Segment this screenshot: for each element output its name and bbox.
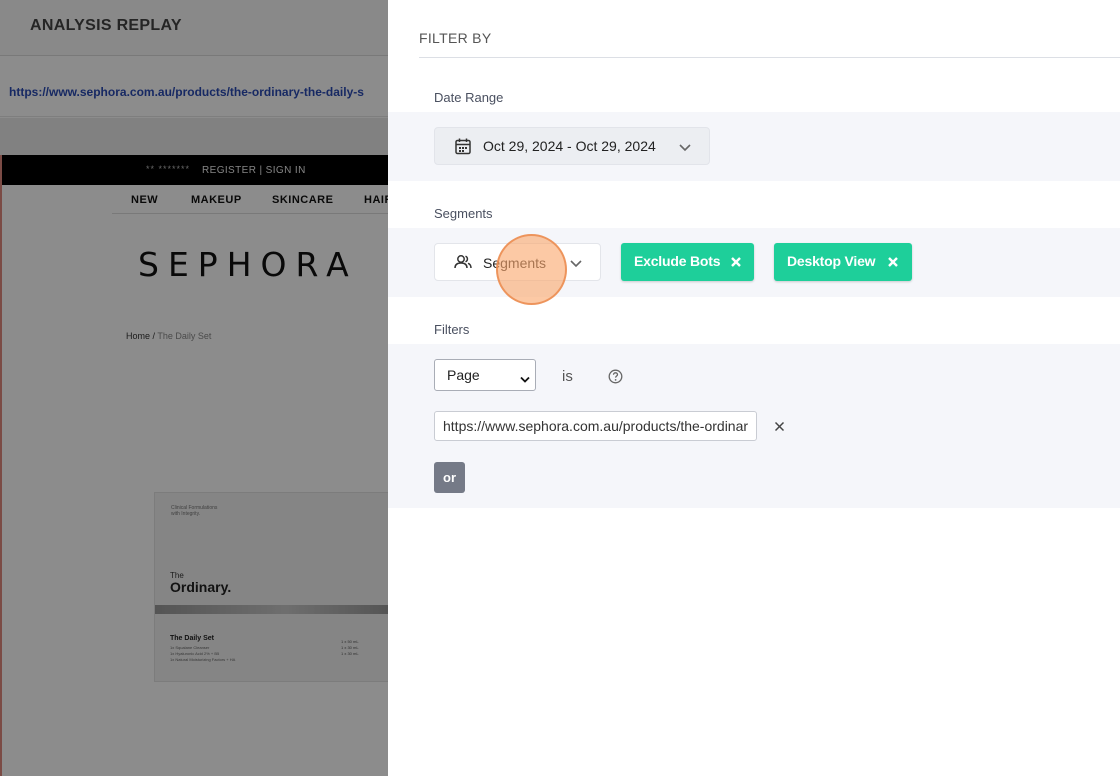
close-icon[interactable] xyxy=(774,419,785,437)
filter-drawer: FILTER BY Date Range Oct 29, 2024 - Oct … xyxy=(388,0,1120,776)
segment-chip-desktop-view: Desktop View xyxy=(774,243,912,281)
help-circle-icon[interactable] xyxy=(608,369,623,389)
segment-chip-label: Exclude Bots xyxy=(634,253,721,269)
segment-chip-label: Desktop View xyxy=(787,253,876,269)
drawer-title: FILTER BY xyxy=(419,30,492,46)
filter-url-input[interactable] xyxy=(434,411,757,441)
segments-label: Segments xyxy=(434,206,493,221)
close-icon[interactable] xyxy=(887,255,899,267)
people-icon xyxy=(454,254,472,275)
filter-field-select[interactable]: Page xyxy=(434,359,536,391)
segment-chip-exclude-bots: Exclude Bots xyxy=(621,243,754,281)
filters-label: Filters xyxy=(434,322,470,337)
date-range-label: Date Range xyxy=(434,90,504,105)
or-button[interactable]: or xyxy=(434,462,465,493)
date-range-value: Oct 29, 2024 - Oct 29, 2024 xyxy=(483,138,656,154)
filter-operator: is xyxy=(562,368,573,385)
click-indicator xyxy=(496,234,567,305)
chevron-down-icon xyxy=(569,256,583,274)
chevron-down-icon xyxy=(678,140,692,158)
calendar-icon xyxy=(455,138,471,160)
drawer-divider xyxy=(419,57,1120,58)
chevron-down-icon xyxy=(520,371,530,389)
close-icon[interactable] xyxy=(730,255,742,267)
filter-field-value: Page xyxy=(447,367,480,383)
date-range-picker[interactable]: Oct 29, 2024 - Oct 29, 2024 xyxy=(434,127,710,165)
